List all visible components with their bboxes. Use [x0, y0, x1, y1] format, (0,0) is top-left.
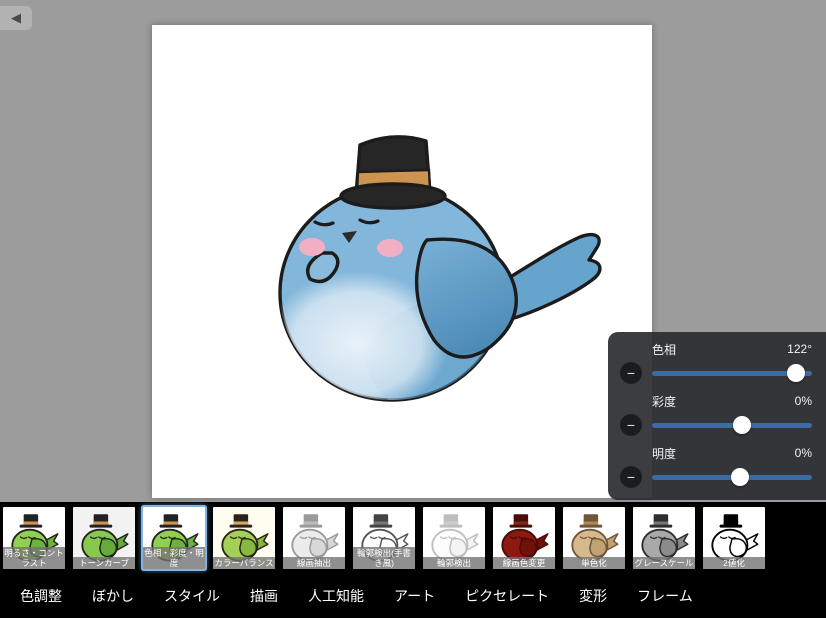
- filter-thumbnail[interactable]: 線画色変更: [493, 507, 555, 569]
- filter-thumbnail[interactable]: 明るさ・コントラスト: [3, 507, 65, 569]
- filter-thumbnail-strip: 明るさ・コントラスト トーンカーブ 色相・彩度・明度 カラーバランス 線画抽出 …: [0, 502, 826, 573]
- hue-slider[interactable]: [652, 371, 812, 376]
- saturation-label: 彩度: [652, 393, 676, 410]
- hue-slider-thumb[interactable]: [787, 364, 805, 382]
- filter-thumbnail[interactable]: 色相・彩度・明度: [143, 507, 205, 569]
- filter-thumbnail-label: 2値化: [703, 557, 765, 569]
- saturation-minus-button[interactable]: −: [620, 414, 642, 436]
- filter-thumbnail-label: グレースケール: [633, 557, 695, 569]
- saturation-slider-thumb[interactable]: [733, 416, 751, 434]
- filter-thumbnail[interactable]: カラーバランス: [213, 507, 275, 569]
- brightness-slider-thumb[interactable]: [731, 468, 749, 486]
- brightness-value: 0%: [795, 446, 812, 460]
- filter-thumbnail-label: 明るさ・コントラスト: [3, 547, 65, 569]
- saturation-slider[interactable]: [652, 423, 812, 428]
- filter-thumbnail[interactable]: 輪郭検出: [423, 507, 485, 569]
- menu-item[interactable]: 人工知能: [308, 586, 364, 606]
- filter-thumbnail[interactable]: グレースケール: [633, 507, 695, 569]
- hsb-adjust-panel: 色相 122° − 彩度 0% −: [608, 332, 826, 500]
- filter-thumbnail[interactable]: 線画抽出: [283, 507, 345, 569]
- brightness-slider[interactable]: [652, 475, 812, 480]
- menu-item[interactable]: 色調整: [20, 586, 62, 606]
- brightness-minus-button[interactable]: −: [620, 466, 642, 488]
- filter-category-menu: 色調整 ぼかし スタイル 描画 人工知能 アート ピクセレート 変形 フレーム: [0, 573, 826, 618]
- hue-slider-row: 色相 122° −: [620, 338, 812, 390]
- filter-thumbnail-label: トーンカーブ: [73, 557, 135, 569]
- filter-thumbnail[interactable]: トーンカーブ: [73, 507, 135, 569]
- menu-item[interactable]: スタイル: [164, 586, 220, 606]
- filter-thumbnail-label: 線画抽出: [283, 557, 345, 569]
- menu-item[interactable]: ピクセレート: [465, 586, 549, 606]
- filter-thumbnail[interactable]: 輪郭検出(手書き風): [353, 507, 415, 569]
- menu-item[interactable]: アート: [394, 586, 435, 606]
- filter-thumbnail-label: 輪郭検出: [423, 557, 485, 569]
- filter-thumbnail-label: カラーバランス: [213, 557, 275, 569]
- brightness-slider-row: 明度 0% −: [620, 442, 812, 494]
- filter-thumbnail[interactable]: 単色化: [563, 507, 625, 569]
- back-button[interactable]: ◀: [0, 6, 32, 30]
- app-screen: ◀: [0, 0, 826, 618]
- hue-value: 122°: [787, 342, 812, 356]
- brightness-label: 明度: [652, 445, 676, 462]
- filter-thumbnail-label: 輪郭検出(手書き風): [353, 547, 415, 569]
- filter-thumbnail-label: 単色化: [563, 557, 625, 569]
- bird-artwork: [152, 25, 652, 498]
- menu-item[interactable]: 描画: [250, 586, 278, 606]
- drawing-canvas[interactable]: [152, 25, 652, 498]
- filter-thumbnail-label: 線画色変更: [493, 557, 555, 569]
- menu-item[interactable]: 変形: [579, 586, 607, 606]
- saturation-value: 0%: [795, 394, 812, 408]
- filter-thumbnail[interactable]: 2値化: [703, 507, 765, 569]
- hue-minus-button[interactable]: −: [620, 362, 642, 384]
- hue-label: 色相: [652, 341, 676, 358]
- saturation-slider-row: 彩度 0% −: [620, 390, 812, 442]
- menu-item[interactable]: ぼかし: [92, 586, 134, 606]
- bottom-bar: 明るさ・コントラスト トーンカーブ 色相・彩度・明度 カラーバランス 線画抽出 …: [0, 502, 826, 618]
- filter-thumbnail-label: 色相・彩度・明度: [143, 547, 205, 569]
- menu-item[interactable]: フレーム: [637, 586, 693, 606]
